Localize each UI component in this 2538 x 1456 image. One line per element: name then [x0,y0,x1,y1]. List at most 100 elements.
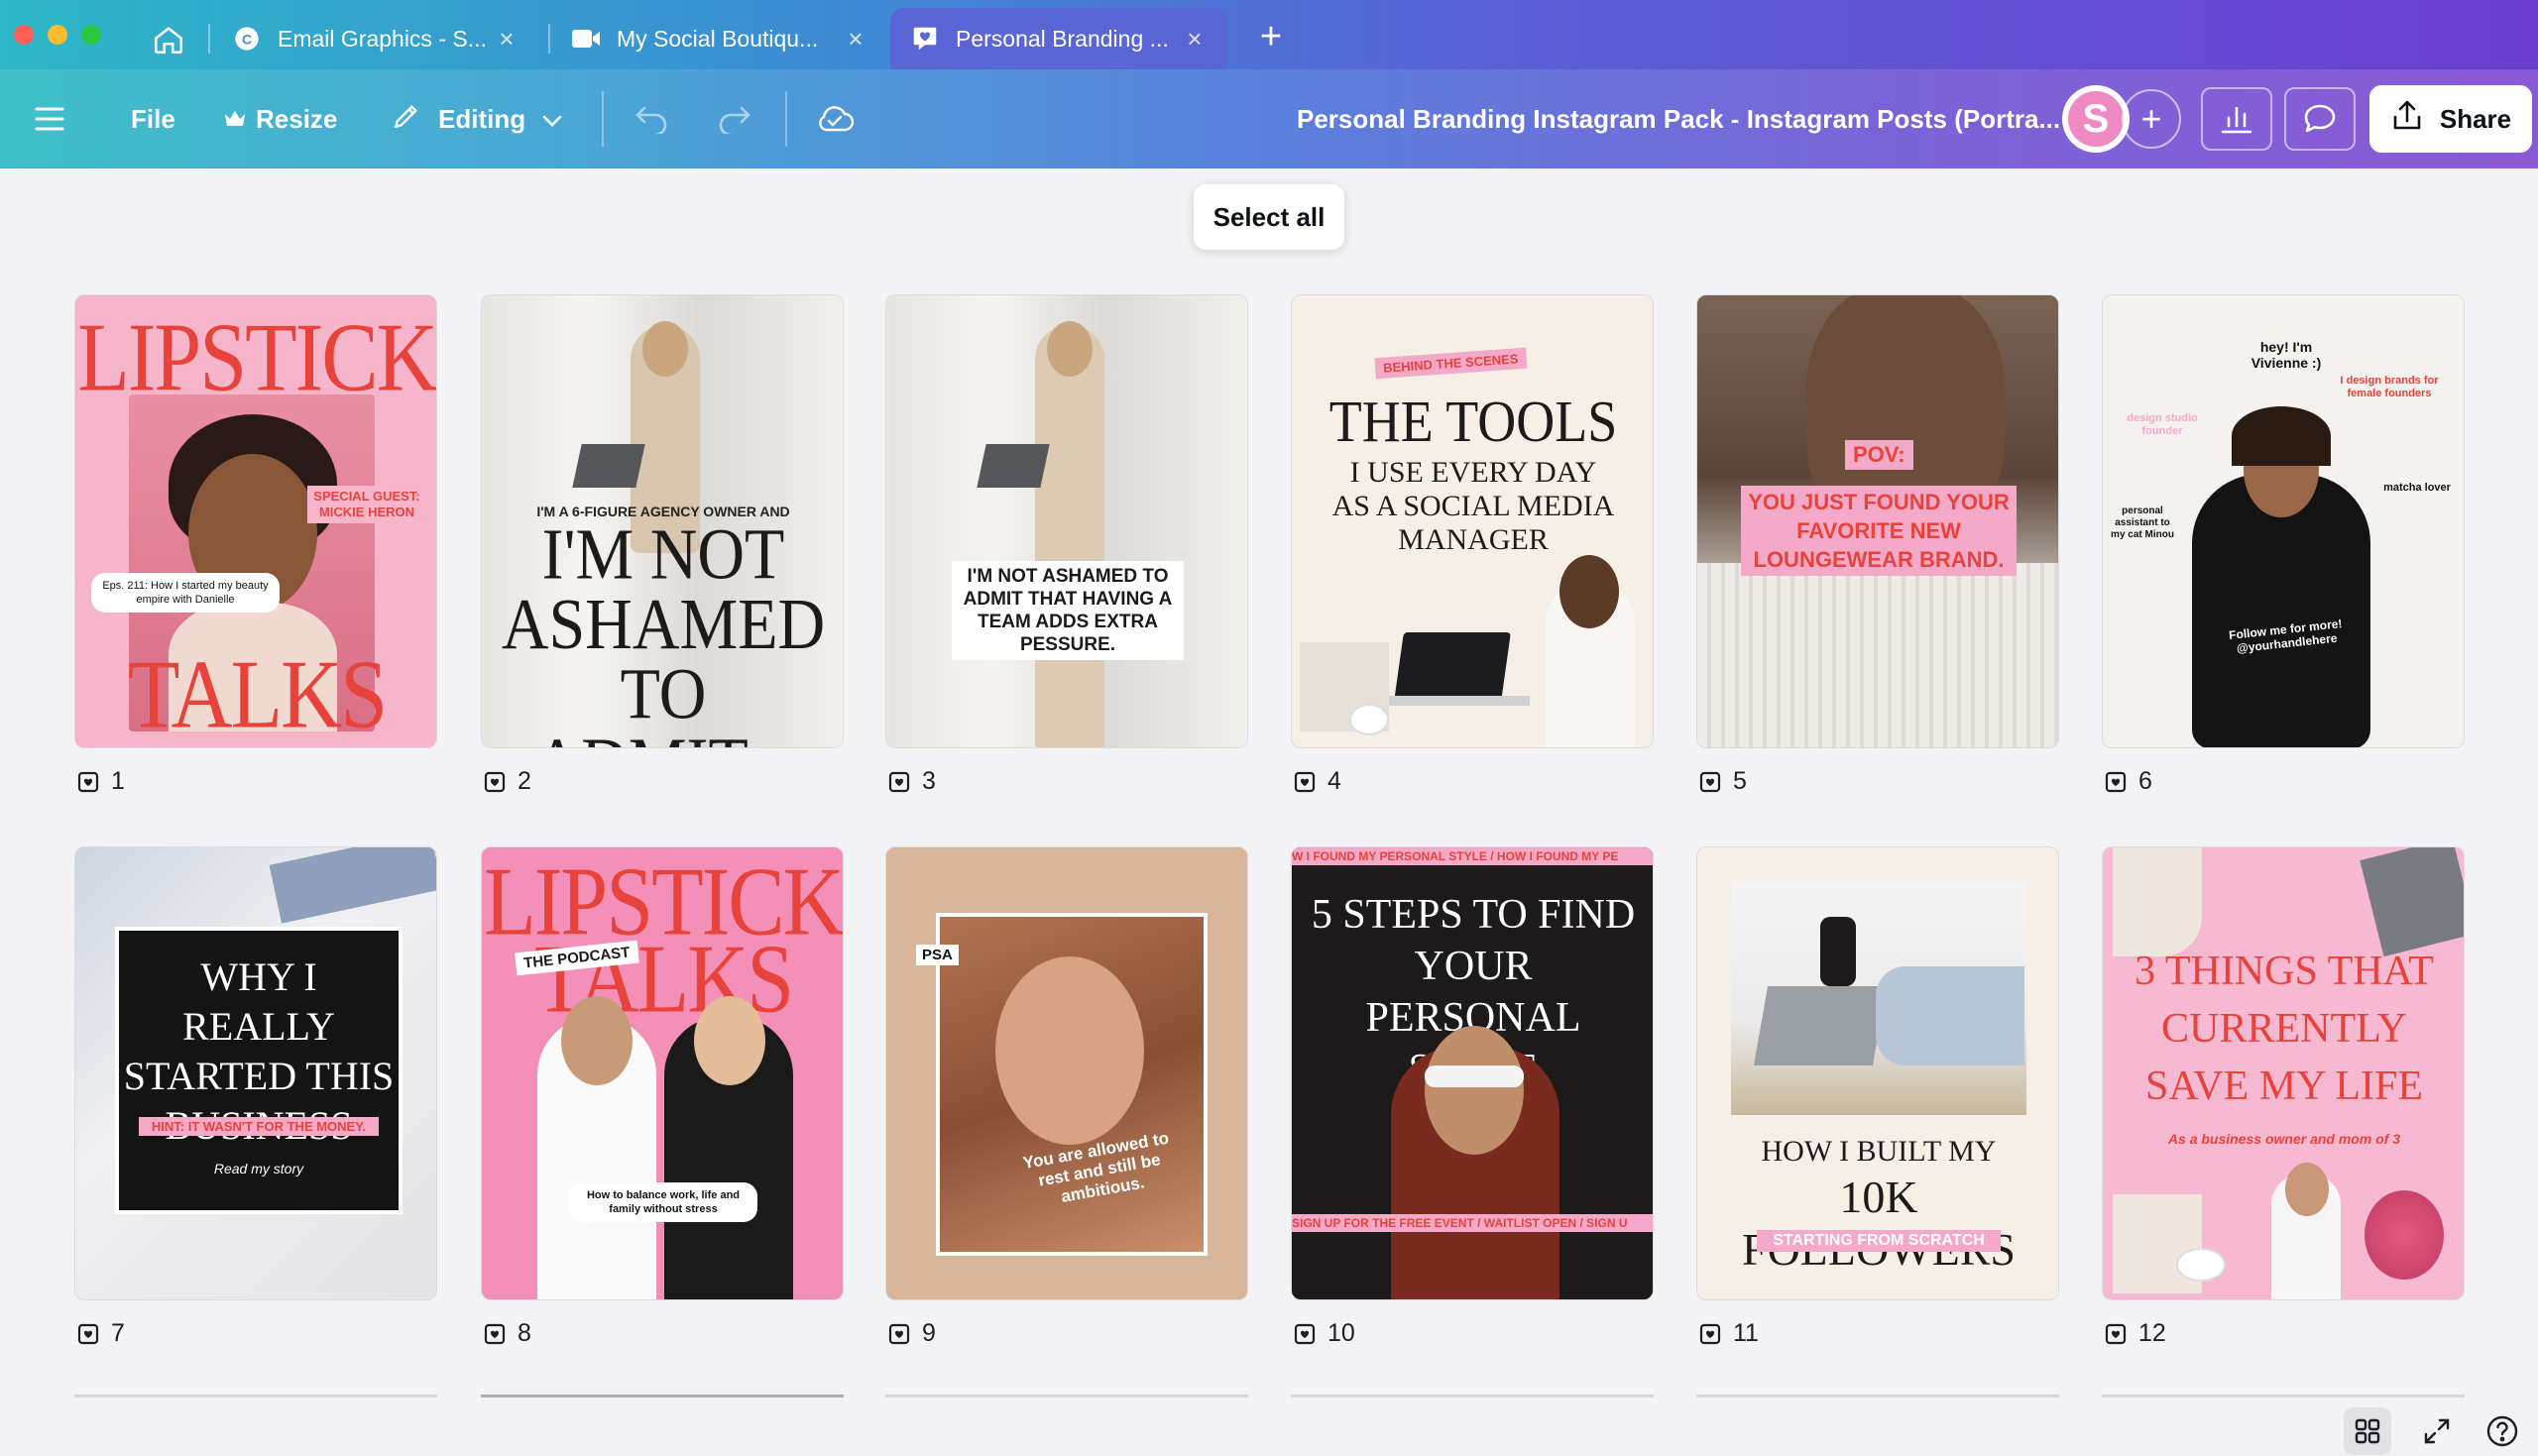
cover-subheadline: As a business owner and mom of 3 [2167,1131,2401,1147]
notes-icon [1294,771,1316,792]
notes-icon [484,1323,506,1344]
cover-headline: YOU JUST FOUND YOUR FAVORITE NEW LOUNGEW… [1741,486,2017,576]
cover-subheadline: TALKS [127,638,388,748]
close-window-button[interactable] [14,25,34,45]
page-number: 9 [922,1319,936,1347]
coffee-cup-image [2176,1248,2226,1282]
tab-title: Email Graphics - S... [278,25,487,52]
page-number: 7 [111,1319,125,1347]
annotation-text: matcha lover [2383,482,2451,494]
intro-text: hey! I'm Vivienne :) [2250,339,2322,371]
page-thumbnail-6[interactable]: hey! I'm Vivienne :) I design brands for… [2102,294,2465,748]
analytics-icon[interactable] [2201,87,2272,151]
page-label-1: 1 [77,767,125,796]
select-all-button[interactable]: Select all [1194,184,1344,250]
notes-icon [484,771,506,792]
maximize-window-button[interactable] [81,25,101,45]
fullscreen-icon[interactable] [2413,1407,2461,1455]
page-label-7: 7 [77,1319,125,1348]
home-icon[interactable] [149,20,188,59]
section-tag: BEHIND THE SCENES [1374,347,1528,380]
page-number: 2 [518,767,531,795]
notes-icon [2105,771,2127,792]
page-thumbnail-2[interactable]: I'M A 6-FIGURE AGENCY OWNER AND I'M NOT … [481,294,844,748]
notes-icon [888,1323,910,1344]
annotation-text: I design brands for female founders [2340,375,2439,399]
redo-icon[interactable] [716,69,751,168]
laptop-image [977,444,1050,488]
read-more-text: Read my story [213,1161,304,1176]
page-thumbnail-8[interactable]: LIPSTICK TALKS THE PODCAST How to balanc… [481,846,844,1300]
pencil-icon [391,100,422,139]
page-thumbnail-4[interactable]: BEHIND THE SCENES THE TOOLS I USE EVERY … [1291,294,1654,748]
page-thumbnail-7[interactable]: WHY I REALLY STARTED THIS BUSINESS HINT:… [74,846,437,1300]
grid-view-icon[interactable] [2344,1407,2391,1455]
editor-toolbar: File Resize Editing Personal Branding In… [0,69,2538,168]
marquee-banner: SIGN UP FOR THE FREE EVENT / WAITLIST OP… [1292,1214,1653,1232]
notes-icon [2105,1323,2127,1344]
page-label-10: 10 [1294,1319,1355,1348]
page-thumbnail-12[interactable]: 3 THINGS THAT CURRENTLY SAVE MY LIFE As … [2102,846,2465,1300]
page-number: 8 [518,1319,531,1347]
page-number: 11 [1733,1319,1759,1347]
pov-tag: POV: [1845,440,1913,470]
editing-mode-dropdown[interactable]: Editing [391,69,563,168]
cover-headline: 10K FOLLOWERS [1742,1172,2016,1275]
help-icon[interactable] [2479,1407,2526,1455]
page-number: 12 [2138,1319,2166,1347]
file-menu-button[interactable]: File [131,69,175,168]
tab-title: My Social Boutiqu... [617,25,819,52]
undo-icon[interactable] [634,69,670,168]
add-collaborator-button[interactable]: + [2122,89,2181,149]
share-button[interactable]: Share [2369,85,2532,153]
hint-tag: HINT: IT WASN'T FOR THE MONEY. [139,1117,379,1136]
avatar-initial: S [2068,91,2124,147]
page-number: 4 [1327,767,1341,795]
comment-icon[interactable] [2284,87,2356,151]
page-label-5: 5 [1699,767,1747,796]
minimize-window-button[interactable] [48,25,67,45]
tab-separator [208,24,210,54]
document-title[interactable]: Personal Branding Instagram Pack - Insta… [1297,69,2060,168]
page-number: 1 [111,767,125,795]
resize-button[interactable]: Resize [224,69,337,168]
bottom-bar [0,1388,2538,1456]
page-thumbnail-11[interactable]: HOW I BUILT MY 10K FOLLOWERS STARTING FR… [1696,846,2059,1300]
notes-icon [888,771,910,792]
cover-subheadline: TALKS [533,923,794,1034]
new-tab-button[interactable]: + [1251,18,1291,57]
flowers-image [2365,1190,2444,1280]
page-thumbnail-1[interactable]: LIPSTICK TALKS SPECIAL GUEST: MICKIE HER… [74,294,437,748]
cloud-saved-icon[interactable] [815,69,855,168]
page-thumbnail-10[interactable]: W I FOUND MY PERSONAL STYLE / HOW I FOUN… [1291,846,1654,1300]
tab-email-graphics[interactable]: C Email Graphics - S... × [212,8,539,69]
notes-icon [1294,1323,1316,1344]
page-number: 10 [1327,1319,1355,1347]
tab-personal-branding[interactable]: Personal Branding ... × [890,8,1227,69]
browser-tab-bar: C Email Graphics - S... × My Social Bout… [0,0,2538,69]
tab-close-icon[interactable]: × [494,24,519,55]
tab-separator [548,24,550,54]
page-label-4: 4 [1294,767,1341,796]
page-label-6: 6 [2105,767,2152,796]
cover-subheadline: I USE EVERY DAY AS A SOCIAL MEDIA MANAGE… [1331,456,1615,556]
tab-my-social-boutique[interactable]: My Social Boutiqu... × [551,8,888,69]
page-label-3: 3 [888,767,936,796]
tab-close-icon[interactable]: × [1182,24,1208,55]
psa-tag: PSA [916,945,959,965]
avatar[interactable]: S [2062,85,2130,153]
laptop-image [572,444,645,488]
share-label: Share [2439,103,2512,134]
page-label-11: 11 [1699,1319,1759,1348]
menu-icon[interactable] [34,69,65,168]
page-thumbnail-9[interactable]: PSA You are allowed to rest and still be… [885,846,1248,1300]
page-thumbnail-5[interactable]: POV: YOU JUST FOUND YOUR FAVORITE NEW LO… [1696,294,2059,748]
resize-label: Resize [256,103,338,134]
laptop-image [1394,632,1511,702]
tab-close-icon[interactable]: × [843,24,868,55]
coffee-cup-image [1820,917,1856,986]
sunglasses-image [1425,1065,1524,1087]
page-thumbnail-3[interactable]: I'M NOT ASHAMED TO ADMIT THAT HAVING A T… [885,294,1248,748]
coffee-cup-image [1349,704,1389,735]
notes-icon [1699,1323,1721,1344]
